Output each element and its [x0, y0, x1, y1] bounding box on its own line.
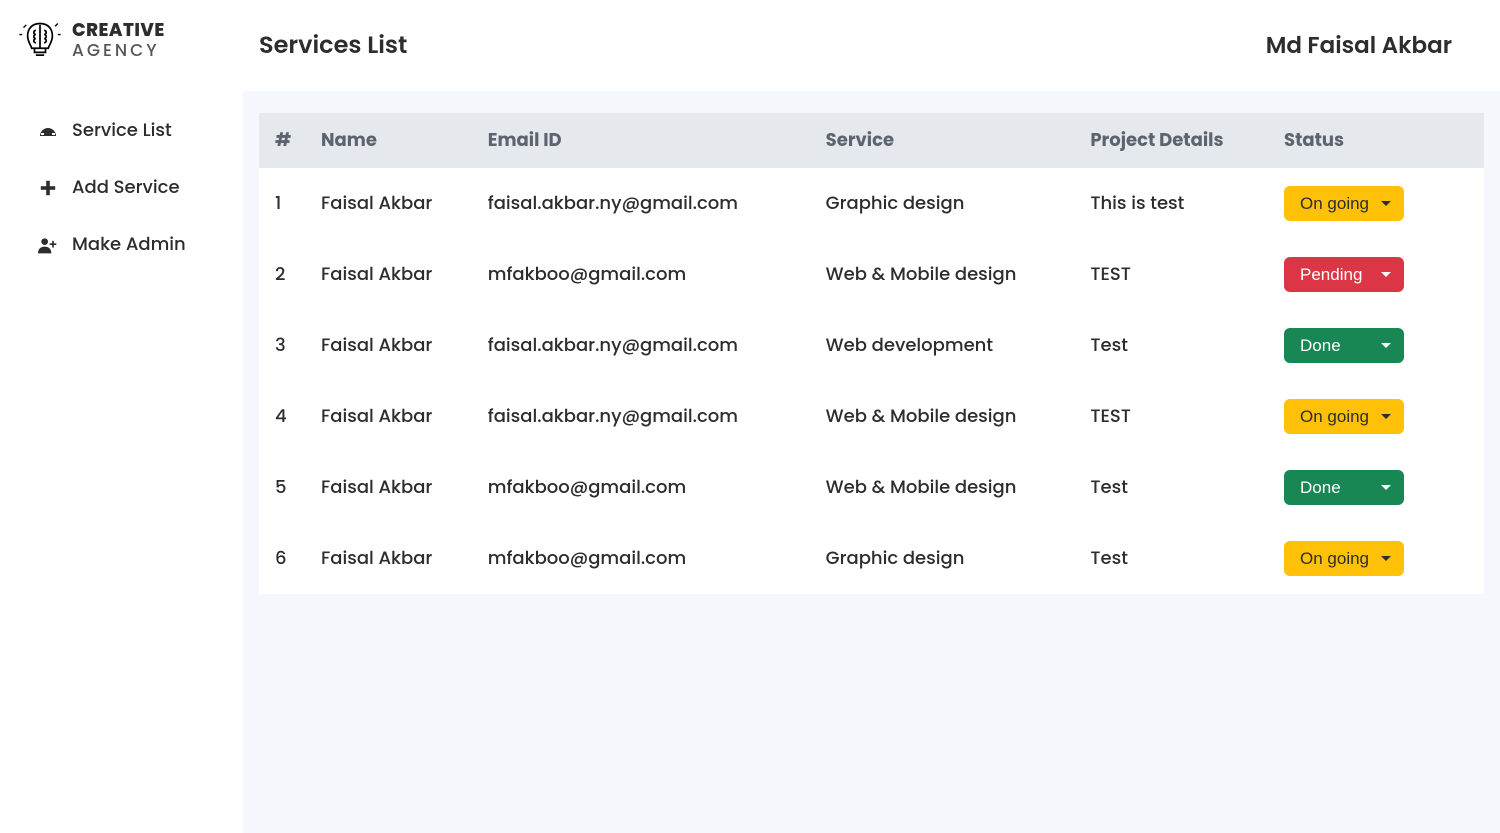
sidebar-item-add-service[interactable]: Add Service [38, 174, 243, 201]
status-select[interactable]: On goingPendingDone [1284, 328, 1404, 363]
status-select[interactable]: On goingPendingDone [1284, 399, 1404, 434]
cell-service: Graphic design [814, 523, 1079, 594]
col-index: # [259, 113, 309, 168]
cell-email: faisal.akbar.ny@gmail.com [476, 381, 814, 452]
cell-name: Faisal Akbar [309, 452, 476, 523]
cell-details: This is test [1078, 168, 1272, 239]
content-area: # Name Email ID Service Project Details … [243, 91, 1500, 833]
cell-service: Web & Mobile design [814, 452, 1079, 523]
sidebar-item-label: Add Service [72, 174, 180, 201]
topbar: Services List Md Faisal Akbar [243, 0, 1500, 91]
page-title: Services List [259, 28, 407, 63]
cell-email: mfakboo@gmail.com [476, 452, 814, 523]
table-row: 1Faisal Akbarfaisal.akbar.ny@gmail.comGr… [259, 168, 1484, 239]
table-row: 5Faisal Akbarmfakboo@gmail.comWeb & Mobi… [259, 452, 1484, 523]
cell-name: Faisal Akbar [309, 310, 476, 381]
services-table: # Name Email ID Service Project Details … [259, 113, 1484, 594]
cell-details: TEST [1078, 381, 1272, 452]
col-details: Project Details [1078, 113, 1272, 168]
cell-name: Faisal Akbar [309, 523, 476, 594]
cell-name: Faisal Akbar [309, 168, 476, 239]
speedometer-icon [38, 121, 58, 141]
brand-logo[interactable]: CREATIVE AGENCY [18, 18, 243, 62]
cell-service: Web & Mobile design [814, 381, 1079, 452]
cell-idx: 5 [259, 452, 309, 523]
cell-idx: 2 [259, 239, 309, 310]
services-table-wrap: # Name Email ID Service Project Details … [259, 113, 1484, 594]
cell-service: Graphic design [814, 168, 1079, 239]
cell-details: Test [1078, 523, 1272, 594]
status-select[interactable]: On goingPendingDone [1284, 541, 1404, 576]
table-row: 3Faisal Akbarfaisal.akbar.ny@gmail.comWe… [259, 310, 1484, 381]
cell-status: On goingPendingDone [1272, 452, 1484, 523]
main: Services List Md Faisal Akbar # Name Ema… [243, 0, 1500, 833]
cell-details: Test [1078, 452, 1272, 523]
col-email: Email ID [476, 113, 814, 168]
table-row: 2Faisal Akbarmfakboo@gmail.comWeb & Mobi… [259, 239, 1484, 310]
cell-idx: 4 [259, 381, 309, 452]
status-select[interactable]: On goingPendingDone [1284, 257, 1404, 292]
cell-status: On goingPendingDone [1272, 239, 1484, 310]
cell-name: Faisal Akbar [309, 239, 476, 310]
logo-line2: AGENCY [72, 41, 165, 60]
table-row: 6Faisal Akbarmfakboo@gmail.comGraphic de… [259, 523, 1484, 594]
sidebar-nav: Service List Add Service Make Admin [18, 117, 243, 258]
cell-idx: 1 [259, 168, 309, 239]
status-select[interactable]: On goingPendingDone [1284, 470, 1404, 505]
cell-details: Test [1078, 310, 1272, 381]
brain-bulb-icon [18, 18, 62, 62]
cell-status: On goingPendingDone [1272, 381, 1484, 452]
sidebar-item-label: Make Admin [72, 231, 186, 258]
col-service: Service [814, 113, 1079, 168]
plus-icon [38, 178, 58, 198]
cell-details: TEST [1078, 239, 1272, 310]
sidebar-item-service-list[interactable]: Service List [38, 117, 243, 144]
cell-idx: 6 [259, 523, 309, 594]
sidebar-item-make-admin[interactable]: Make Admin [38, 231, 243, 258]
table-row: 4Faisal Akbarfaisal.akbar.ny@gmail.comWe… [259, 381, 1484, 452]
cell-name: Faisal Akbar [309, 381, 476, 452]
cell-idx: 3 [259, 310, 309, 381]
cell-status: On goingPendingDone [1272, 168, 1484, 239]
status-select[interactable]: On goingPendingDone [1284, 186, 1404, 221]
sidebar-item-label: Service List [72, 117, 172, 144]
cell-status: On goingPendingDone [1272, 523, 1484, 594]
user-plus-icon [38, 235, 58, 255]
cell-email: faisal.akbar.ny@gmail.com [476, 168, 814, 239]
cell-service: Web & Mobile design [814, 239, 1079, 310]
cell-service: Web development [814, 310, 1079, 381]
col-status: Status [1272, 113, 1484, 168]
cell-email: mfakboo@gmail.com [476, 239, 814, 310]
current-user: Md Faisal Akbar [1266, 29, 1452, 63]
cell-email: faisal.akbar.ny@gmail.com [476, 310, 814, 381]
sidebar: CREATIVE AGENCY Service List Add Service [0, 0, 243, 833]
cell-email: mfakboo@gmail.com [476, 523, 814, 594]
cell-status: On goingPendingDone [1272, 310, 1484, 381]
col-name: Name [309, 113, 476, 168]
